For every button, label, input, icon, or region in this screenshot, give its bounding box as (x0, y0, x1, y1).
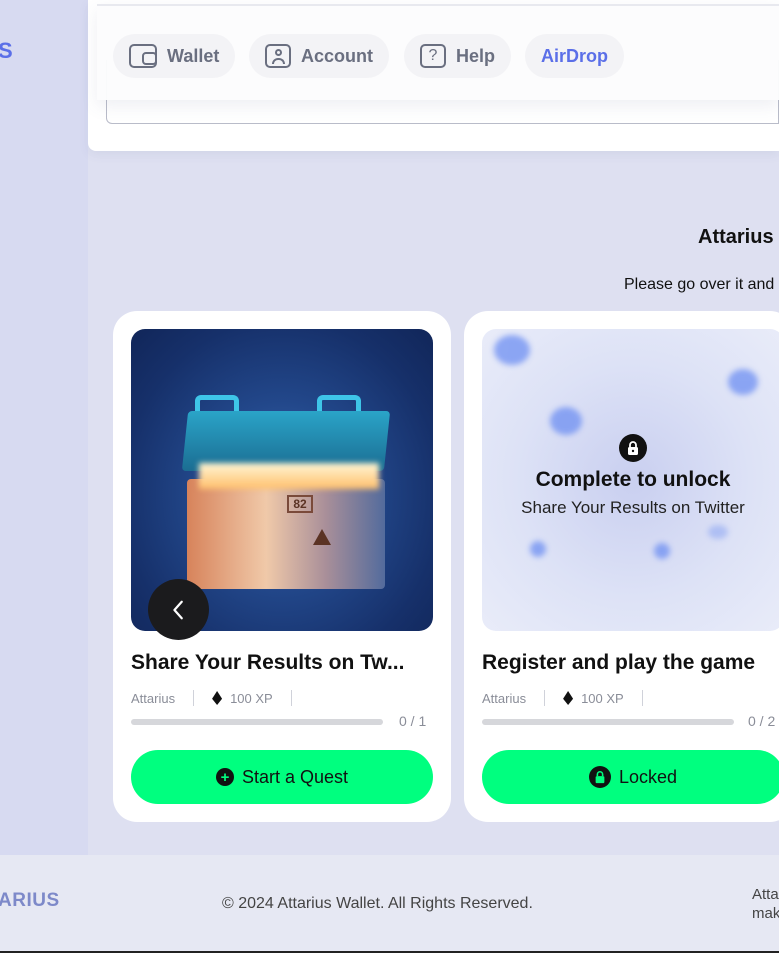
chest-number-label: 82 (287, 495, 313, 513)
ethereum-icon (563, 691, 574, 705)
lock-icon (588, 766, 611, 788)
carousel-prev-button[interactable] (148, 579, 209, 640)
sidebar-brand-fragment[interactable]: S (0, 38, 13, 64)
warning-sign-icon (313, 529, 331, 545)
section-title: Attarius (698, 226, 774, 248)
nav-wallet[interactable]: Wallet (113, 34, 236, 78)
footer-brand[interactable]: ARIUS (0, 890, 60, 912)
nav-wallet-label: Wallet (167, 45, 220, 66)
section-subtitle: Please go over it and (624, 276, 775, 293)
quest-progress-bar (482, 719, 734, 725)
chevron-left-icon (172, 600, 183, 619)
nav-account-label: Account (301, 45, 373, 66)
wallet-icon (129, 44, 157, 68)
quest-card[interactable]: 82 Share Your Results on Tw... Attarius … (113, 311, 451, 822)
unlock-requirement: Share Your Results on Twitter (521, 498, 745, 517)
footer-note: Atta mak (752, 885, 779, 923)
quest-title: Register and play the game (482, 651, 756, 674)
plus-circle-icon: + (215, 768, 234, 786)
lock-icon (619, 434, 647, 462)
unlock-title: Complete to unlock (535, 468, 731, 491)
quest-progress-count: 0 / 1 (399, 713, 427, 729)
quest-reward: 100 XP (230, 690, 273, 706)
quest-image-locked: Complete to unlock Share Your Results on… (482, 329, 779, 631)
nav-help-label: Help (456, 45, 496, 66)
quest-publisher: Attarius (131, 690, 176, 706)
footer-note-line: mak (752, 905, 779, 922)
locked-label: Locked (618, 766, 678, 787)
footer-copyright: © 2024 Attarius Wallet. All Rights Reser… (222, 895, 533, 912)
quest-card-locked[interactable]: Complete to unlock Share Your Results on… (464, 311, 779, 822)
quest-title: Share Your Results on Tw... (131, 651, 405, 674)
sidebar: S (0, 0, 88, 855)
loot-chest-illustration: 82 (181, 389, 391, 589)
nav-airdrop-label: AirDrop (541, 45, 608, 66)
quest-publisher: Attarius (482, 690, 527, 706)
quest-progress-bar (131, 719, 383, 725)
locked-quest-button[interactable]: Locked (482, 750, 779, 804)
quest-meta: Attarius 100 XP (482, 690, 661, 706)
unlock-overlay: Complete to unlock Share Your Results on… (482, 434, 779, 518)
start-quest-button[interactable]: + Start a Quest (131, 750, 433, 804)
top-navbar: Wallet Account ? Help AirDrop (97, 4, 779, 100)
footer-note-line: Atta (752, 886, 779, 903)
nav-airdrop[interactable]: AirDrop (525, 34, 624, 78)
start-quest-label: Start a Quest (241, 766, 349, 787)
quest-reward: 100 XP (581, 690, 624, 706)
ethereum-icon (212, 691, 223, 705)
nav-account[interactable]: Account (249, 34, 389, 78)
quest-meta: Attarius 100 XP (131, 690, 310, 706)
account-icon (265, 44, 291, 68)
help-icon: ? (420, 44, 446, 68)
footer: ARIUS © 2024 Attarius Wallet. All Rights… (0, 855, 779, 951)
nav-help[interactable]: ? Help (404, 34, 512, 78)
quest-progress-count: 0 / 2 (748, 713, 776, 729)
